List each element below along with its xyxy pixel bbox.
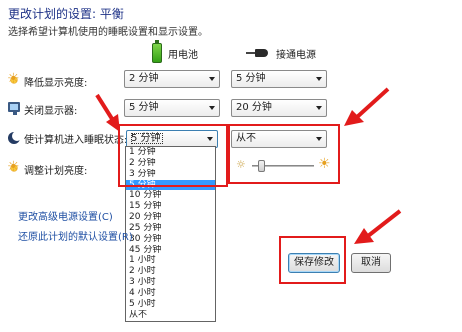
plugged-column-label: 接通电源 (276, 49, 316, 61)
dropdown-option[interactable]: 20 分钟 (126, 212, 215, 223)
annotation-box-sleep-plugged (228, 124, 340, 184)
turn-off-display-label: 关闭显示器: (24, 106, 78, 117)
chevron-down-icon (209, 77, 215, 81)
dropdown-option[interactable]: 1 小时 (126, 255, 215, 266)
dropdown-option[interactable]: 2 小时 (126, 266, 215, 277)
turn-off-display-battery-select[interactable]: 5 分钟 (124, 99, 220, 117)
plug-icon (246, 48, 270, 58)
annotation-arrow-icon (344, 87, 390, 126)
battery-icon (152, 40, 162, 63)
brightness-icon (7, 159, 20, 175)
sleep-icon (8, 131, 22, 144)
battery-column-header: 用电池 (152, 40, 198, 65)
annotation-box-save (279, 236, 346, 284)
monitor-icon (8, 102, 20, 115)
dropdown-option[interactable]: 30 分钟 (126, 234, 215, 245)
dim-display-label: 降低显示亮度: (24, 78, 88, 89)
dropdown-option[interactable]: 4 小时 (126, 288, 215, 299)
turn-off-display-plugged-value: 20 分钟 (236, 102, 272, 113)
dim-display-icon (7, 71, 20, 87)
battery-column-label: 用电池 (168, 49, 198, 61)
page-subtitle: 选择希望计算机使用的睡眠设置和显示设置。 (8, 27, 208, 38)
dropdown-option[interactable]: 25 分钟 (126, 223, 215, 234)
cancel-button[interactable]: 取消 (351, 253, 391, 273)
chevron-down-icon (316, 106, 322, 110)
advanced-power-settings-link[interactable]: 更改高级电源设置(C) (18, 208, 113, 223)
chevron-down-icon (316, 77, 322, 81)
dropdown-option[interactable]: 10 分钟 (126, 190, 215, 201)
dim-display-plugged-value: 5 分钟 (236, 73, 266, 84)
chevron-down-icon (209, 106, 215, 110)
dropdown-option[interactable]: 45 分钟 (126, 245, 215, 256)
turn-off-display-battery-value: 5 分钟 (129, 102, 159, 113)
dropdown-option[interactable]: 3 小时 (126, 277, 215, 288)
dropdown-option[interactable]: 5 小时 (126, 299, 215, 310)
dim-display-battery-select[interactable]: 2 分钟 (124, 70, 220, 88)
dropdown-option[interactable]: 15 分钟 (126, 201, 215, 212)
annotation-box-sleep-battery (118, 124, 228, 187)
page-title: 更改计划的设置: 平衡 (8, 7, 124, 21)
restore-defaults-link[interactable]: 还原此计划的默认设置(R) (18, 228, 133, 243)
plugged-column-header: 接通电源 (246, 41, 316, 65)
turn-off-display-plugged-select[interactable]: 20 分钟 (231, 99, 327, 117)
annotation-arrow-icon (95, 93, 120, 132)
annotation-arrow-icon (354, 209, 402, 244)
dim-display-battery-value: 2 分钟 (129, 73, 159, 84)
dropdown-option[interactable]: 从不 (126, 310, 215, 321)
brightness-label: 调整计划亮度: (24, 166, 88, 177)
dim-display-plugged-select[interactable]: 5 分钟 (231, 70, 327, 88)
